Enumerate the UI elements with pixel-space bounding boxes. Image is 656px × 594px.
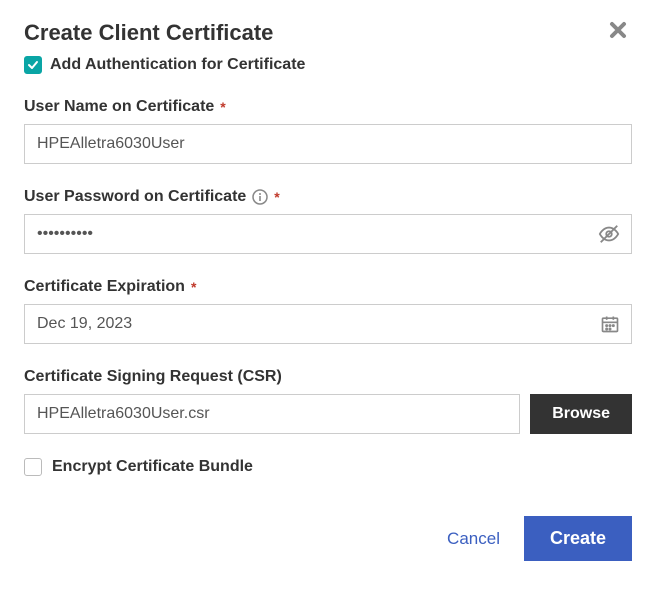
csr-input[interactable] bbox=[24, 394, 520, 434]
add-authentication-row: Add Authentication for Certificate bbox=[24, 56, 632, 74]
username-input[interactable] bbox=[24, 124, 632, 164]
create-client-certificate-dialog: Create Client Certificate Add Authentica… bbox=[0, 0, 656, 585]
username-field-group: User Name on Certificate * bbox=[24, 98, 632, 164]
username-label: User Name on Certificate * bbox=[24, 98, 632, 116]
calendar-icon[interactable] bbox=[600, 314, 620, 334]
info-icon[interactable] bbox=[252, 189, 268, 205]
create-button[interactable]: Create bbox=[524, 516, 632, 561]
required-indicator: * bbox=[274, 189, 279, 205]
dialog-title: Create Client Certificate bbox=[24, 20, 273, 46]
required-indicator: * bbox=[220, 99, 225, 115]
expiration-label: Certificate Expiration * bbox=[24, 278, 632, 296]
encrypt-bundle-row: Encrypt Certificate Bundle bbox=[24, 458, 632, 476]
password-field-group: User Password on Certificate * bbox=[24, 188, 632, 254]
cancel-button[interactable]: Cancel bbox=[447, 529, 500, 549]
browse-button[interactable]: Browse bbox=[530, 394, 632, 434]
dialog-header: Create Client Certificate bbox=[24, 20, 632, 46]
dialog-footer: Cancel Create bbox=[24, 516, 632, 561]
encrypt-bundle-label: Encrypt Certificate Bundle bbox=[52, 458, 253, 476]
add-authentication-label: Add Authentication for Certificate bbox=[50, 56, 305, 74]
add-authentication-checkbox[interactable] bbox=[24, 56, 42, 74]
encrypt-bundle-checkbox[interactable] bbox=[24, 458, 42, 476]
expiration-input[interactable] bbox=[24, 304, 632, 344]
password-input[interactable] bbox=[24, 214, 632, 254]
expiration-field-group: Certificate Expiration * bbox=[24, 278, 632, 344]
required-indicator: * bbox=[191, 279, 196, 295]
eye-off-icon[interactable] bbox=[598, 223, 620, 245]
close-icon[interactable] bbox=[604, 20, 632, 45]
csr-label: Certificate Signing Request (CSR) bbox=[24, 368, 632, 386]
csr-field-group: Certificate Signing Request (CSR) Browse bbox=[24, 368, 632, 434]
password-label: User Password on Certificate * bbox=[24, 188, 632, 206]
